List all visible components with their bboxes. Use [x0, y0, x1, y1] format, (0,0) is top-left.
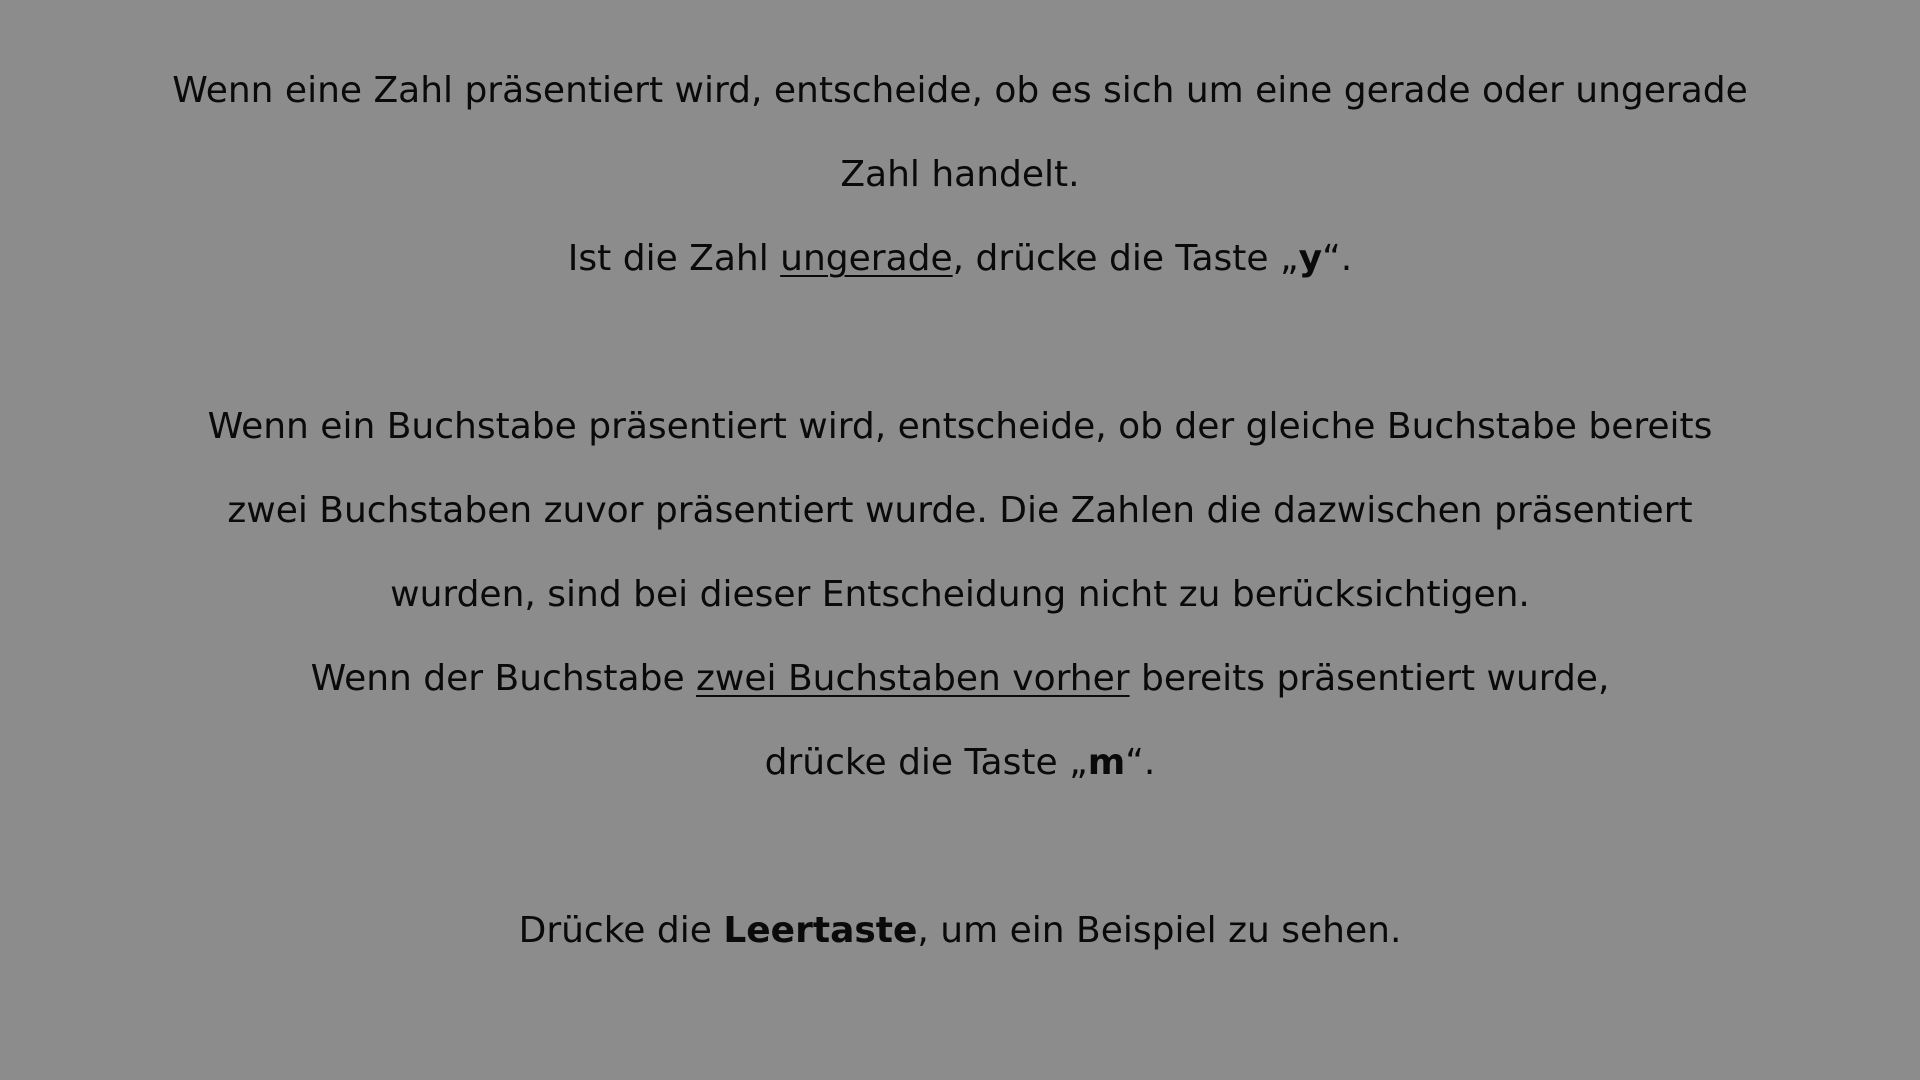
- letters-instruction-line-3: wurden, sind bei dieser Entscheidung nic…: [0, 570, 1920, 620]
- continue-key: Leertaste: [723, 910, 918, 951]
- letter-rule-key: m: [1087, 742, 1126, 783]
- letter-rule-underlined: zwei Buchstaben vorher: [696, 658, 1130, 699]
- numbers-instruction-text-2: Zahl handelt.: [840, 154, 1080, 195]
- odd-rule-key: y: [1298, 238, 1323, 279]
- letter-rule-pre: Wenn der Buchstabe: [310, 658, 697, 699]
- odd-rule-underlined: ungerade: [780, 238, 953, 279]
- odd-rule-post: “.: [1322, 238, 1353, 279]
- continue-post: , um ein Beispiel zu sehen.: [917, 910, 1402, 951]
- numbers-instruction-line-1: Wenn eine Zahl präsentiert wird, entsche…: [0, 66, 1920, 116]
- odd-rule-pre: Ist die Zahl: [567, 238, 781, 279]
- numbers-instruction-line-2: Zahl handelt.: [0, 150, 1920, 200]
- letters-instruction-line-2: zwei Buchstaben zuvor präsentiert wurde.…: [0, 486, 1920, 536]
- odd-rule-mid: , drücke die Taste „: [952, 238, 1299, 279]
- instruction-screen: Wenn eine Zahl präsentiert wird, entsche…: [0, 0, 1920, 1080]
- letter-rule-line2-pre: drücke die Taste „: [764, 742, 1088, 783]
- letters-instruction-text-2: zwei Buchstaben zuvor präsentiert wurde.…: [227, 490, 1693, 531]
- letters-instruction-text-1: Wenn ein Buchstabe präsentiert wird, ent…: [207, 406, 1713, 447]
- letters-instruction-line-1: Wenn ein Buchstabe präsentiert wird, ent…: [0, 402, 1920, 452]
- letter-match-rule-line-2: drücke die Taste „m“.: [0, 738, 1920, 788]
- letter-match-rule-line-1: Wenn der Buchstabe zwei Buchstaben vorhe…: [0, 654, 1920, 704]
- letter-rule-post: bereits präsentiert wurde,: [1129, 658, 1610, 699]
- letters-instruction-text-3: wurden, sind bei dieser Entscheidung nic…: [390, 574, 1530, 615]
- letter-rule-line2-post: “.: [1125, 742, 1156, 783]
- continue-prompt: Drücke die Leertaste, um ein Beispiel zu…: [0, 906, 1920, 956]
- odd-number-rule: Ist die Zahl ungerade, drücke die Taste …: [0, 234, 1920, 284]
- continue-pre: Drücke die: [518, 910, 724, 951]
- numbers-instruction-text-1: Wenn eine Zahl präsentiert wird, entsche…: [172, 70, 1748, 111]
